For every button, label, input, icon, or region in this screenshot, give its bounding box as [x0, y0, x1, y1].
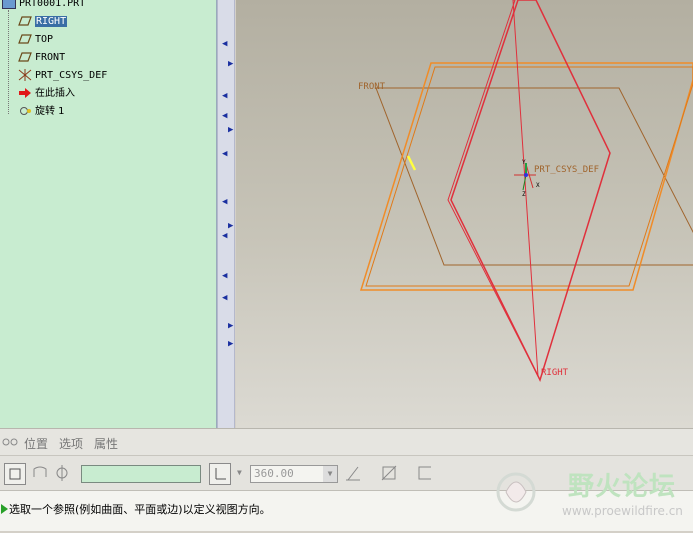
tab-options[interactable]: 选项 [59, 435, 83, 452]
status-message: 选取一个参照(例如曲面、平面或边)以定义视图方向。 [9, 503, 271, 516]
y-axis-label: Y [522, 159, 526, 166]
collapse-left-icon[interactable]: ◀ [222, 150, 227, 159]
right-datum-plane-inner [447, 0, 539, 377]
collapse-left-icon[interactable]: ◀ [222, 112, 227, 121]
model-tree[interactable]: PRT0001.PRT RIGHT TOP FRONT PRT_CSYS_DEF… [0, 0, 217, 428]
chevron-down-icon[interactable]: ▼ [237, 468, 242, 477]
tab-properties[interactable]: 属性 [94, 435, 118, 452]
tree-item-right[interactable]: RIGHT [18, 14, 68, 30]
angle-dropdown[interactable]: 360.00 ▼ [250, 465, 338, 483]
tree-root-label: PRT0001.PRT [19, 0, 86, 9]
datum-plane-icon [18, 15, 32, 27]
collapse-left-icon[interactable]: ◀ [222, 272, 227, 281]
tree-item-label: PRT_CSYS_DEF [35, 70, 108, 81]
tree-item-front[interactable]: FRONT [18, 50, 65, 66]
tree-item-label: RIGHT [35, 16, 68, 27]
flip-direction-icon[interactable] [344, 464, 362, 485]
surface-icon[interactable] [32, 465, 48, 484]
watermark-title: 野火论坛 [568, 472, 677, 502]
z-axis-label: Z [522, 191, 526, 198]
right-datum-plane[interactable] [450, 0, 611, 383]
chevron-down-icon[interactable]: ▼ [323, 466, 337, 482]
tree-item-label: FRONT [35, 52, 66, 63]
expand-right-icon[interactable]: ▶ [228, 60, 233, 69]
dashboard-tabs: 位置 选项 属性 [0, 428, 693, 455]
expand-right-icon[interactable]: ▶ [228, 340, 233, 349]
part-icon [2, 0, 16, 9]
tree-item-top[interactable]: TOP [18, 32, 53, 48]
model-view[interactable]: FRONT PRT_CSYS_DEF RIGHT X Y Z [236, 0, 693, 428]
collapse-left-icon[interactable]: ◀ [222, 92, 227, 101]
datum-plane-icon [18, 51, 32, 63]
tree-item-label: TOP [35, 34, 54, 45]
tree-item-label: 在此插入 [35, 88, 75, 99]
collapse-left-icon[interactable]: ◀ [222, 198, 227, 207]
axis-select-button[interactable] [209, 463, 231, 485]
tree-item-label: 旋转 1 [35, 106, 65, 117]
tree-item-csys[interactable]: PRT_CSYS_DEF [18, 68, 107, 84]
insert-here-arrow-icon [18, 87, 32, 99]
front-datum-plane[interactable] [375, 87, 693, 266]
panel-splitter[interactable]: ◀ ▶ ◀ ◀ ▶ ◀ ◀ ▶ ◀ ◀ ◀ ▶ ▶ [217, 0, 235, 428]
collapse-left-icon[interactable]: ◀ [222, 294, 227, 303]
front-plane-label: FRONT [358, 82, 386, 92]
thicken-sketch-icon[interactable] [416, 464, 434, 485]
remove-material-icon[interactable] [380, 464, 398, 485]
right-plane-label: RIGHT [541, 368, 569, 378]
angle-value[interactable]: 360.00 [254, 467, 294, 480]
expand-right-icon[interactable]: ▶ [228, 126, 233, 135]
collapse-left-icon[interactable]: ◀ [222, 40, 227, 49]
forum-watermark: 野火论坛 www.proewildfire.cn [478, 462, 693, 530]
graphics-window[interactable]: FRONT PRT_CSYS_DEF RIGHT X Y Z [236, 0, 693, 428]
sketch-collector-field[interactable] [81, 465, 201, 483]
coordinate-system-icon [18, 69, 32, 81]
solid-button[interactable] [4, 463, 26, 485]
tree-root[interactable]: PRT0001.PRT [2, 0, 85, 12]
tree-item-insert-here[interactable]: 在此插入 [18, 86, 75, 102]
expand-right-icon[interactable]: ▶ [228, 222, 233, 231]
selection-highlight [406, 155, 417, 171]
tree-item-revolve[interactable]: 旋转 1 [18, 104, 65, 120]
tab-placement[interactable]: 位置 [24, 435, 48, 452]
csys-label: PRT_CSYS_DEF [534, 165, 599, 175]
collapse-left-icon[interactable]: ◀ [222, 232, 227, 241]
drag-handle-icon[interactable] [2, 436, 20, 451]
x-axis-label: X [536, 182, 540, 189]
revolve-feature-icon [18, 105, 32, 117]
revolve-axis-icon[interactable] [54, 464, 70, 485]
datum-plane-icon [18, 33, 32, 45]
watermark-url: www.proewildfire.cn [562, 504, 683, 518]
expand-right-icon[interactable]: ▶ [228, 322, 233, 331]
